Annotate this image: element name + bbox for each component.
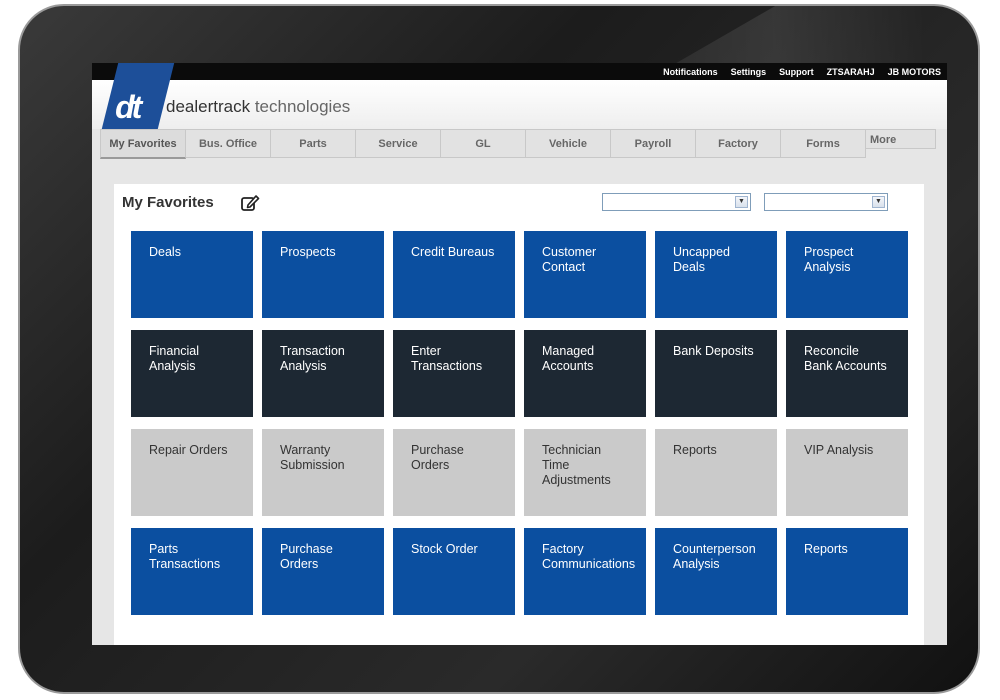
logo-mark-text: dt: [115, 89, 140, 125]
favorites-panel: My Favorites ▼ ▼ Deals Prospects Credit …: [114, 184, 924, 645]
tile-vip-analysis[interactable]: VIP Analysis: [786, 429, 908, 516]
settings-link[interactable]: Settings: [731, 67, 767, 77]
top-utility-bar: Notifications Settings Support ZTSARAHJ …: [92, 63, 947, 80]
main-nav-tabs: My Favorites Bus. Office Parts Service G…: [100, 129, 936, 159]
tile-uncapped-deals[interactable]: Uncapped Deals: [655, 231, 777, 318]
tab-more[interactable]: More: [866, 129, 936, 149]
page-title: My Favorites: [122, 194, 214, 211]
favorites-tile-grid: Deals Prospects Credit Bureaus Customer …: [131, 231, 908, 615]
tile-warranty-submission[interactable]: Warranty Submission: [262, 429, 384, 516]
tile-stock-order[interactable]: Stock Order: [393, 528, 515, 615]
brand-name-bold: dealertrack: [166, 97, 251, 116]
tile-reconcile-bank-accounts[interactable]: Reconcile Bank Accounts: [786, 330, 908, 417]
user-name-link[interactable]: ZTSARAHJ: [827, 67, 875, 77]
support-link[interactable]: Support: [779, 67, 814, 77]
tile-service-purchase-orders[interactable]: Purchase Orders: [393, 429, 515, 516]
tile-technician-time-adjustments[interactable]: Technician Time Adjustments: [524, 429, 646, 516]
chevron-down-icon: ▼: [735, 196, 748, 208]
tab-parts[interactable]: Parts: [271, 129, 356, 158]
tile-parts-purchase-orders[interactable]: Purchase Orders: [262, 528, 384, 615]
brand-name-light: technologies: [250, 97, 351, 116]
favorites-filter-select-1[interactable]: ▼: [602, 193, 751, 211]
tab-service[interactable]: Service: [356, 129, 441, 158]
brand-name: dealertrack technologies: [166, 97, 350, 117]
edit-icon[interactable]: [240, 193, 260, 213]
brand-header: dt dealertrack technologies: [92, 63, 947, 129]
tile-repair-orders[interactable]: Repair Orders: [131, 429, 253, 516]
tile-credit-bureaus[interactable]: Credit Bureaus: [393, 231, 515, 318]
tile-customer-contact[interactable]: Customer Contact: [524, 231, 646, 318]
tablet-frame: Notifications Settings Support ZTSARAHJ …: [18, 4, 980, 694]
tile-transaction-analysis[interactable]: Transaction Analysis: [262, 330, 384, 417]
tab-factory[interactable]: Factory: [696, 129, 781, 158]
favorites-filter-select-2[interactable]: ▼: [764, 193, 888, 211]
tile-factory-communications[interactable]: Factory Communications: [524, 528, 646, 615]
tab-forms[interactable]: Forms: [781, 129, 866, 158]
notifications-link[interactable]: Notifications: [663, 67, 718, 77]
tile-bank-deposits[interactable]: Bank Deposits: [655, 330, 777, 417]
tab-payroll[interactable]: Payroll: [611, 129, 696, 158]
tab-my-favorites[interactable]: My Favorites: [100, 129, 186, 159]
app-screen: Notifications Settings Support ZTSARAHJ …: [92, 63, 947, 645]
tile-prospects[interactable]: Prospects: [262, 231, 384, 318]
dealership-link[interactable]: JB MOTORS: [888, 67, 941, 77]
tab-gl[interactable]: GL: [441, 129, 526, 158]
tile-enter-transactions[interactable]: Enter Transactions: [393, 330, 515, 417]
tab-bus-office[interactable]: Bus. Office: [186, 129, 271, 158]
tile-parts-reports[interactable]: Reports: [786, 528, 908, 615]
tile-prospect-analysis[interactable]: Prospect Analysis: [786, 231, 908, 318]
tile-parts-transactions[interactable]: Parts Transactions: [131, 528, 253, 615]
tile-financial-analysis[interactable]: Financial Analysis: [131, 330, 253, 417]
tile-deals[interactable]: Deals: [131, 231, 253, 318]
tile-service-reports[interactable]: Reports: [655, 429, 777, 516]
tile-managed-accounts[interactable]: Managed Accounts: [524, 330, 646, 417]
chevron-down-icon: ▼: [872, 196, 885, 208]
tab-vehicle[interactable]: Vehicle: [526, 129, 611, 158]
tile-counterperson-analysis[interactable]: Counterperson Analysis: [655, 528, 777, 615]
